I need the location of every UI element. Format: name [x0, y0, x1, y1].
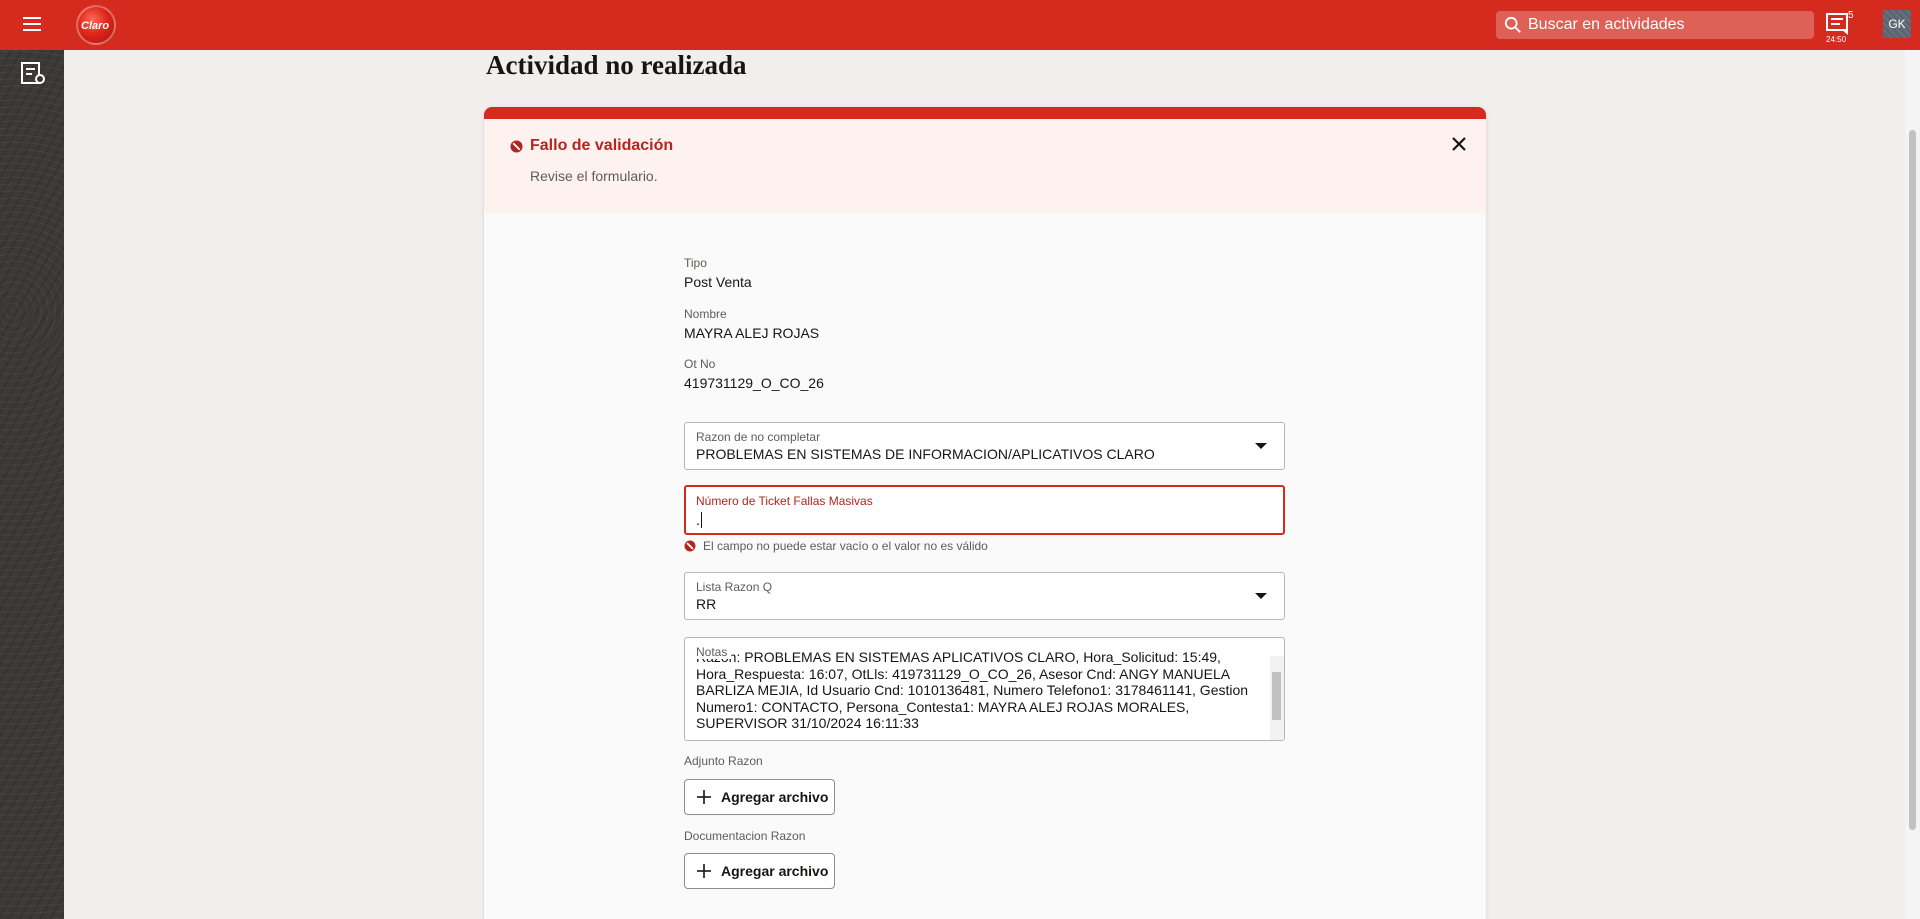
adjunto-button-label: Agregar archivo: [721, 789, 829, 805]
activity-list-icon[interactable]: [20, 60, 46, 86]
documentacion-add-file-button[interactable]: Agregar archivo: [684, 853, 835, 889]
adjunto-add-file-button[interactable]: Agregar archivo: [684, 779, 835, 815]
documentacion-label: Documentacion Razon: [684, 829, 806, 843]
notifications-time: 24:50: [1826, 35, 1847, 44]
razon-value: PROBLEMAS EN SISTEMAS DE INFORMACION/APL…: [696, 446, 1155, 462]
lista-razon-value: RR: [696, 596, 717, 612]
hamburger-menu-icon[interactable]: [20, 13, 44, 37]
notas-scroll-thumb[interactable]: [1272, 672, 1281, 720]
ticket-label: Número de Ticket Fallas Masivas: [696, 494, 873, 508]
activity-form-card: Fallo de validación Revise el formulario…: [484, 107, 1486, 919]
documentacion-button-label: Agregar archivo: [721, 863, 829, 879]
side-rail: [0, 50, 64, 919]
page-scrollbar[interactable]: [1905, 50, 1920, 919]
notas-scrollbar[interactable]: [1270, 656, 1284, 740]
notifications-button[interactable]: 5 24:50: [1826, 10, 1856, 44]
search-icon: [1504, 16, 1521, 33]
error-icon: [510, 140, 523, 153]
lista-razon-select[interactable]: Lista Razon Q RR: [684, 572, 1285, 620]
close-icon[interactable]: [1448, 133, 1470, 155]
page-scroll-thumb[interactable]: [1909, 130, 1916, 830]
tipo-label: Tipo: [684, 256, 707, 270]
plus-icon: [697, 864, 711, 878]
ot-label: Ot No: [684, 357, 716, 371]
chevron-down-icon: [1255, 443, 1267, 449]
banner-subtitle: Revise el formulario.: [530, 168, 658, 184]
razon-select[interactable]: Razon de no completar PROBLEMAS EN SISTE…: [684, 422, 1285, 470]
lista-razon-label: Lista Razon Q: [696, 580, 773, 594]
user-avatar[interactable]: GK: [1883, 10, 1911, 38]
text-cursor: [701, 512, 702, 528]
notifications-count: 5: [1848, 10, 1854, 21]
tipo-value: Post Venta: [684, 274, 752, 290]
claro-logo[interactable]: Claro: [76, 5, 116, 45]
ticket-input[interactable]: [696, 510, 1266, 530]
notas-textarea[interactable]: Notas Razon: PROBLEMAS EN SISTEMAS APLIC…: [684, 637, 1285, 741]
top-bar: Claro 5 24:50 GK: [0, 0, 1920, 50]
ticket-error-text: El campo no puede estar vacío o el valor…: [703, 539, 988, 553]
validation-error-banner: Fallo de validación Revise el formulario…: [484, 119, 1486, 213]
plus-icon: [697, 790, 711, 804]
error-icon: [684, 540, 696, 552]
logo-text: Claro: [81, 20, 110, 32]
chevron-down-icon: [1255, 593, 1267, 599]
razon-label: Razon de no completar: [696, 430, 821, 444]
notas-label: Notas: [696, 645, 732, 659]
search-box[interactable]: [1496, 11, 1814, 39]
page-title: Actividad no realizada: [486, 50, 747, 80]
ot-value: 419731129_O_CO_26: [684, 375, 824, 391]
notas-text[interactable]: Razon: PROBLEMAS EN SISTEMAS APLICATIVOS…: [696, 649, 1266, 732]
adjunto-label: Adjunto Razon: [684, 754, 763, 768]
banner-title: Fallo de validación: [530, 137, 674, 154]
nombre-value: MAYRA ALEJ ROJAS: [684, 325, 820, 341]
nombre-label: Nombre: [684, 307, 727, 321]
search-input[interactable]: [1528, 14, 1808, 36]
ticket-field[interactable]: Número de Ticket Fallas Masivas: [684, 485, 1285, 535]
